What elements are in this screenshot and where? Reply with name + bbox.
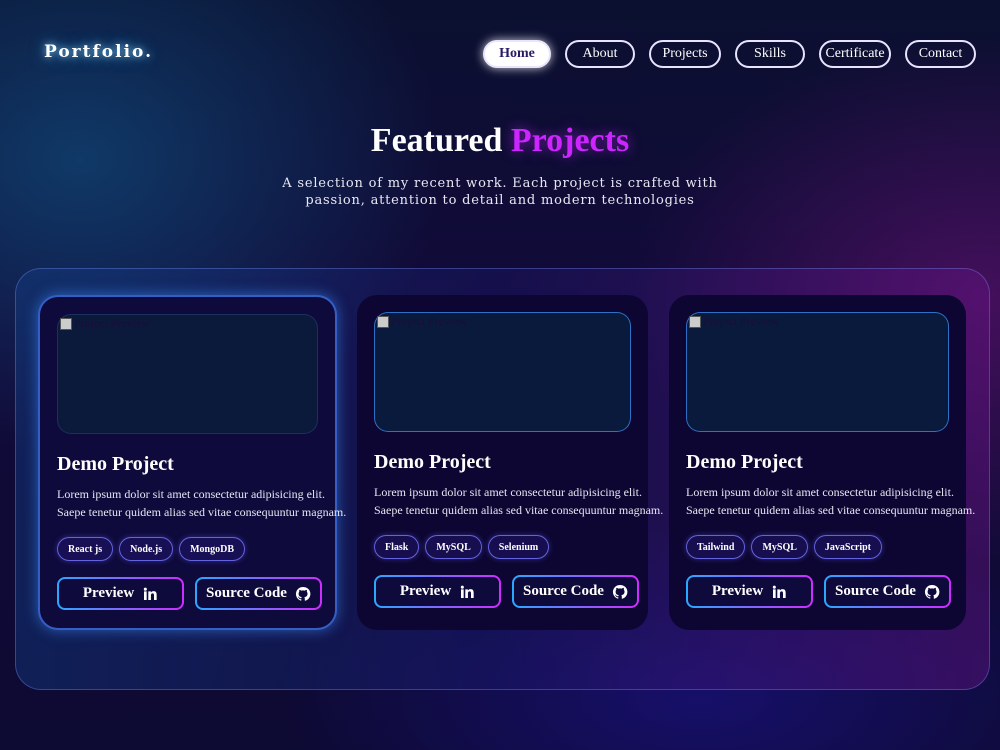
source-code-button[interactable]: Source Code [195, 577, 322, 610]
source-code-button-label: Source Code [835, 583, 916, 599]
github-icon [924, 584, 940, 599]
nav-skills[interactable]: Skills [735, 40, 805, 68]
tech-tag: JavaScript [813, 535, 882, 559]
tech-tags: Flask MySQL Selenium [374, 535, 550, 559]
nav-certificate[interactable]: Certificate [819, 40, 891, 68]
card-actions: Preview Source Code [686, 575, 951, 608]
nav-projects[interactable]: Projects [649, 40, 721, 68]
preview-button-label: Preview [82, 585, 135, 601]
project-title: Demo Project [57, 453, 174, 475]
tech-tag: MySQL [751, 535, 808, 559]
preview-button[interactable]: Preview [57, 577, 184, 610]
preview-button-label: Preview [399, 583, 452, 599]
section-title-main: Featured [370, 122, 503, 159]
preview-button[interactable]: Preview [374, 575, 501, 608]
broken-image-icon [689, 315, 701, 328]
project-description: Lorem ipsum dolor sit amet consectetur a… [374, 485, 664, 517]
tech-tag: Selenium [487, 535, 550, 559]
source-code-button[interactable]: Source Code [824, 575, 951, 608]
tech-tags: Tailwind MySQL JavaScript [686, 535, 882, 559]
section-subtitle: A selection of my recent work. Each proj… [282, 176, 718, 208]
nav-contact[interactable]: Contact [905, 40, 976, 68]
project-title: Demo Project [686, 451, 803, 473]
project-preview-image: Project Preview [686, 312, 949, 432]
nav-home[interactable]: Home [483, 40, 551, 68]
tech-tag: MongoDB [179, 537, 246, 561]
broken-image-alt: Project Preview [377, 314, 467, 329]
tech-tags: React js Node.js MongoDB [57, 537, 246, 561]
preview-button-label: Preview [711, 583, 764, 599]
tech-tag: MySQL [425, 535, 482, 559]
project-card: Project Preview Demo Project Lorem ipsum… [357, 295, 663, 630]
linkedin-icon [460, 585, 474, 598]
linkedin-icon [772, 585, 786, 598]
section-title-accent: Projects [510, 122, 630, 159]
broken-image-alt: Project Preview [689, 314, 779, 329]
tech-tag: Flask [374, 535, 420, 559]
project-preview-image: Project Preview [57, 314, 318, 434]
source-code-button-label: Source Code [206, 585, 287, 601]
project-card: Project Preview Demo Project Lorem ipsum… [38, 295, 346, 630]
github-icon [612, 584, 628, 599]
card-actions: Preview Source Code [374, 575, 639, 608]
broken-image-alt: Project Preview [60, 316, 150, 331]
tech-tag: React js [57, 537, 114, 561]
project-card: Project Preview Demo Project Lorem ipsum… [669, 295, 975, 630]
source-code-button-label: Source Code [523, 583, 604, 599]
project-title: Demo Project [374, 451, 491, 473]
image-alt-text: Project Preview [74, 316, 151, 330]
broken-image-icon [377, 315, 389, 328]
linkedin-icon [143, 587, 157, 600]
project-description: Lorem ipsum dolor sit amet consectetur a… [57, 487, 347, 519]
image-alt-text: Project Preview [391, 314, 468, 328]
github-icon [295, 586, 311, 601]
source-code-button[interactable]: Source Code [512, 575, 639, 608]
broken-image-icon [60, 317, 72, 330]
main-nav: Home About Projects Skills Certificate C… [483, 40, 976, 68]
preview-button[interactable]: Preview [686, 575, 813, 608]
project-description: Lorem ipsum dolor sit amet consectetur a… [686, 485, 976, 517]
logo[interactable]: Portfolio. [44, 42, 153, 62]
nav-about[interactable]: About [565, 40, 635, 68]
section-title: Featured Projects [0, 122, 1000, 160]
card-actions: Preview Source Code [57, 577, 322, 610]
project-preview-image: Project Preview [374, 312, 631, 432]
tech-tag: Tailwind [686, 535, 746, 559]
image-alt-text: Project Preview [703, 314, 780, 328]
tech-tag: Node.js [119, 537, 174, 561]
